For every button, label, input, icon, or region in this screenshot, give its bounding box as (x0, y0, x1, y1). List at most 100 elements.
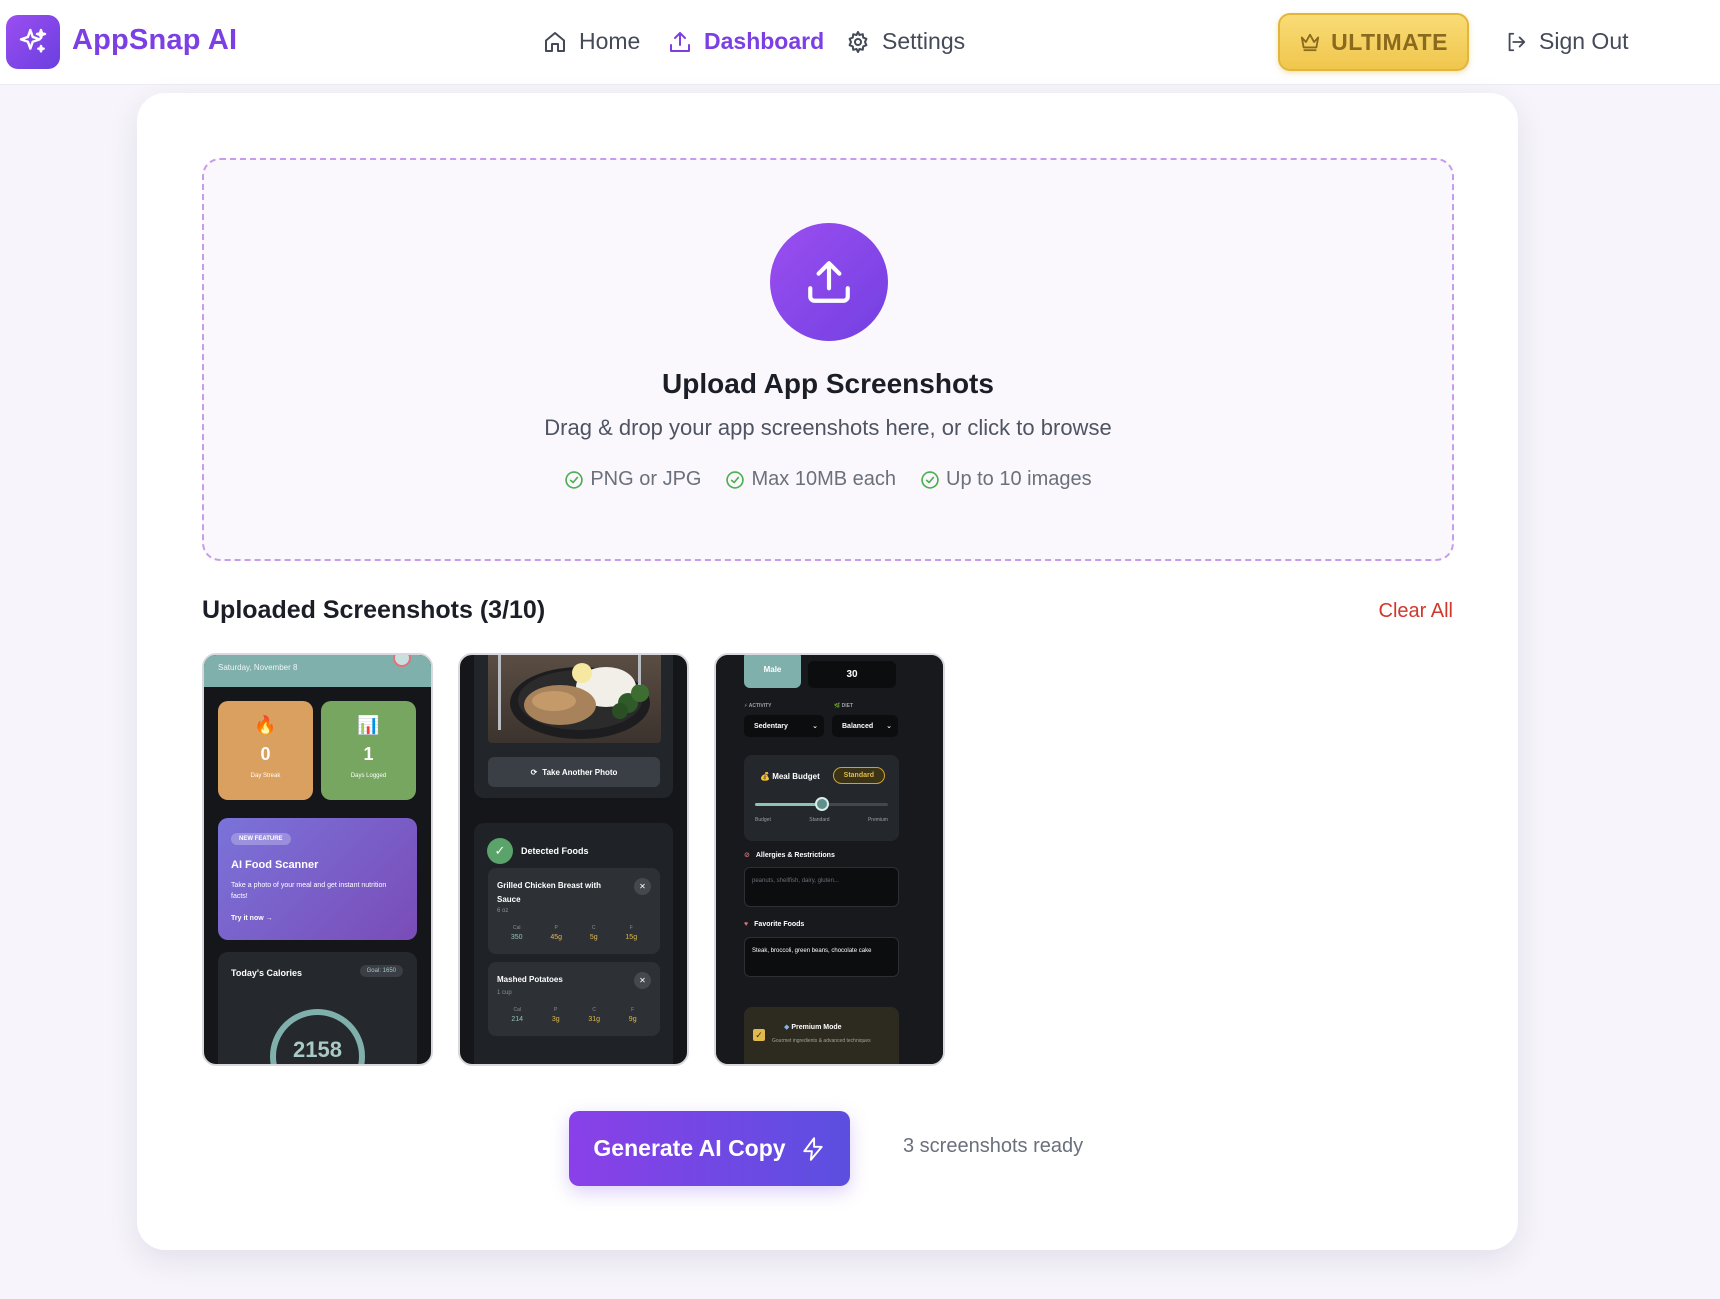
screenshot-thumbnail[interactable]: Saturday, November 8 🔥 0 Day Streak 📊 1 … (202, 653, 433, 1066)
promo-title: AI Food Scanner (231, 859, 319, 871)
requirement-label: Up to 10 images (946, 468, 1092, 490)
preview-header: Saturday, November 8 (204, 655, 431, 687)
calories-value: 2158 (293, 1037, 342, 1062)
premium-mode-card: ✓ ◆ Premium Mode Gourmet ingredients & a… (744, 1007, 899, 1064)
ultimate-plan-badge[interactable]: ULTIMATE (1278, 13, 1469, 71)
check-circle-icon (565, 470, 584, 489)
upload-icon (670, 31, 690, 52)
upload-title: Upload App Screenshots (662, 368, 994, 399)
upload-card: Upload App Screenshots Drag & drop your … (137, 93, 1518, 1250)
stat-label: Day Streak (250, 773, 281, 779)
macro-value: 5g (589, 934, 598, 941)
macro-value: 31g (588, 1016, 601, 1023)
detected-title: Detected Foods (521, 846, 589, 856)
crown-icon (1300, 33, 1320, 52)
nav-home-link[interactable]: Home (543, 28, 640, 55)
nav-settings-link[interactable]: Settings (846, 28, 965, 55)
macro-label: F (631, 1007, 635, 1013)
macro-value: 45g (550, 934, 563, 941)
logout-icon (1508, 32, 1526, 51)
prohibited-icon: ⊘ (744, 852, 750, 859)
sign-out-label: Sign Out (1539, 28, 1629, 54)
generate-ai-copy-button[interactable]: Generate AI Copy (569, 1111, 850, 1186)
sign-out-button[interactable]: Sign Out (1505, 28, 1629, 55)
check-circle-icon (921, 470, 939, 489)
plan-badge-label: ULTIMATE (1331, 28, 1448, 55)
allergies-title: ⊘ Allergies & Restrictions (744, 851, 835, 860)
favorites-field: Steak, broccoli, green beans, chocolate … (744, 937, 899, 977)
diamond-icon: ◆ (784, 1024, 790, 1031)
nav-home-label: Home (579, 28, 641, 54)
macro-value: 15g (625, 934, 638, 941)
food-serving: 1 cup (497, 990, 512, 996)
promo-card: NEW FEATURE AI Food Scanner Take a photo… (218, 818, 417, 940)
stat-label: Days Logged (350, 773, 387, 779)
requirement-item: Max 10MB each (725, 468, 896, 491)
app-name[interactable]: AppSnap AI (72, 24, 237, 57)
activity-label: ⚡ ACTIVITY (744, 703, 772, 709)
slider-knob (814, 797, 829, 811)
budget-slider (755, 797, 888, 811)
food-item: Mashed Potatoes ✕ 1 cup Cal 214 P 3g C 31g … (488, 962, 660, 1036)
detected-foods-card: ✓ Detected Foods Grilled Chicken Breast … (474, 823, 673, 1064)
screenshot-thumbnail[interactable]: Male 30 ⚡ ACTIVITY 🌿 DIET Sedentary ⌄ Ba… (714, 653, 945, 1066)
food-name: Mashed Potatoes (497, 975, 563, 984)
bar-chart-icon: 📊 (357, 715, 380, 735)
macro-value: 9g (628, 1016, 637, 1023)
food-serving: 6 oz (497, 908, 509, 914)
tick-label: Standard (809, 817, 830, 823)
macro-label: Cal (513, 1007, 521, 1013)
macro-value: 3g (551, 1016, 560, 1023)
logo-icon[interactable] (6, 15, 60, 69)
requirement-item: PNG or JPG (564, 468, 701, 491)
promo-cta: Try it now → (231, 915, 273, 922)
macro-value: 214 (511, 1016, 524, 1023)
requirement-item: Up to 10 images (920, 468, 1092, 491)
chevron-down-icon: ⌄ (812, 723, 818, 730)
gender-option: Male (744, 655, 801, 688)
budget-ticks: Budget Standard Premium (755, 817, 888, 823)
upload-icon-circle (770, 223, 888, 341)
select-value: Balanced (842, 722, 874, 730)
gear-icon (848, 30, 868, 53)
calories-goal: Goal: 1650 (359, 965, 403, 977)
upload-dropzone[interactable]: Upload App Screenshots Drag & drop your … (202, 158, 1454, 561)
allergies-field: peanuts, shellfish, dairy, gluten... (744, 867, 899, 907)
macro-label: C (591, 925, 596, 931)
nav-dashboard-link[interactable]: Dashboard (668, 28, 824, 55)
meal-budget-title: 💰 Meal Budget (760, 772, 820, 781)
check-icon: ✓ (487, 838, 513, 864)
screenshot-preview: Male 30 ⚡ ACTIVITY 🌿 DIET Sedentary ⌄ Ba… (716, 655, 943, 1064)
promo-description: Take a photo of your meal and get instan… (231, 882, 387, 900)
calories-card: Today's Calories Goal: 1650 2158 (218, 952, 417, 1064)
top-navbar: AppSnap AI Home Dashboard Settings ULTIM… (0, 0, 1720, 85)
heart-icon: ♥ (744, 921, 749, 928)
checkbox-checked-icon: ✓ (753, 1029, 765, 1041)
notification-icon (393, 655, 411, 667)
generate-button-label: Generate AI Copy (593, 1135, 786, 1161)
upload-subtitle: Drag & drop your app screenshots here, o… (544, 415, 1112, 440)
clear-all-button[interactable]: Clear All (1379, 600, 1453, 623)
macro-row: Cal 214 P 3g C 31g F 9g (497, 1007, 651, 1023)
macro-label: P (554, 925, 558, 931)
macro-label: C (592, 1007, 597, 1013)
photo-card: ⟳ Take Another Photo (474, 655, 673, 798)
stat-card: 🔥 0 Day Streak (218, 701, 313, 800)
screenshot-thumbnail[interactable]: ⟳ Take Another Photo ✓ Detected Foods Gr… (458, 653, 689, 1066)
close-icon: ✕ (634, 972, 651, 989)
macro-label: P (554, 1007, 558, 1013)
preview-date: Saturday, November 8 (218, 663, 298, 672)
home-icon (545, 31, 565, 52)
upload-icon (808, 261, 850, 303)
select-value: Sedentary (754, 722, 788, 730)
ready-status: 3 screenshots ready (903, 1135, 1084, 1157)
macro-label: F (629, 925, 633, 931)
premium-description: Gourmet ingredients & advanced technique… (772, 1038, 871, 1044)
food-item: Grilled Chicken Breast with Sauce ✕ 6 oz… (488, 868, 660, 954)
promo-badge: NEW FEATURE (231, 833, 291, 845)
diet-select: Balanced ⌄ (832, 715, 898, 737)
uploaded-section-title: Uploaded Screenshots (3/10) (202, 596, 546, 624)
screenshot-preview: Saturday, November 8 🔥 0 Day Streak 📊 1 … (204, 655, 431, 1064)
tick-label: Budget (755, 817, 771, 823)
requirement-label: PNG or JPG (590, 468, 702, 490)
